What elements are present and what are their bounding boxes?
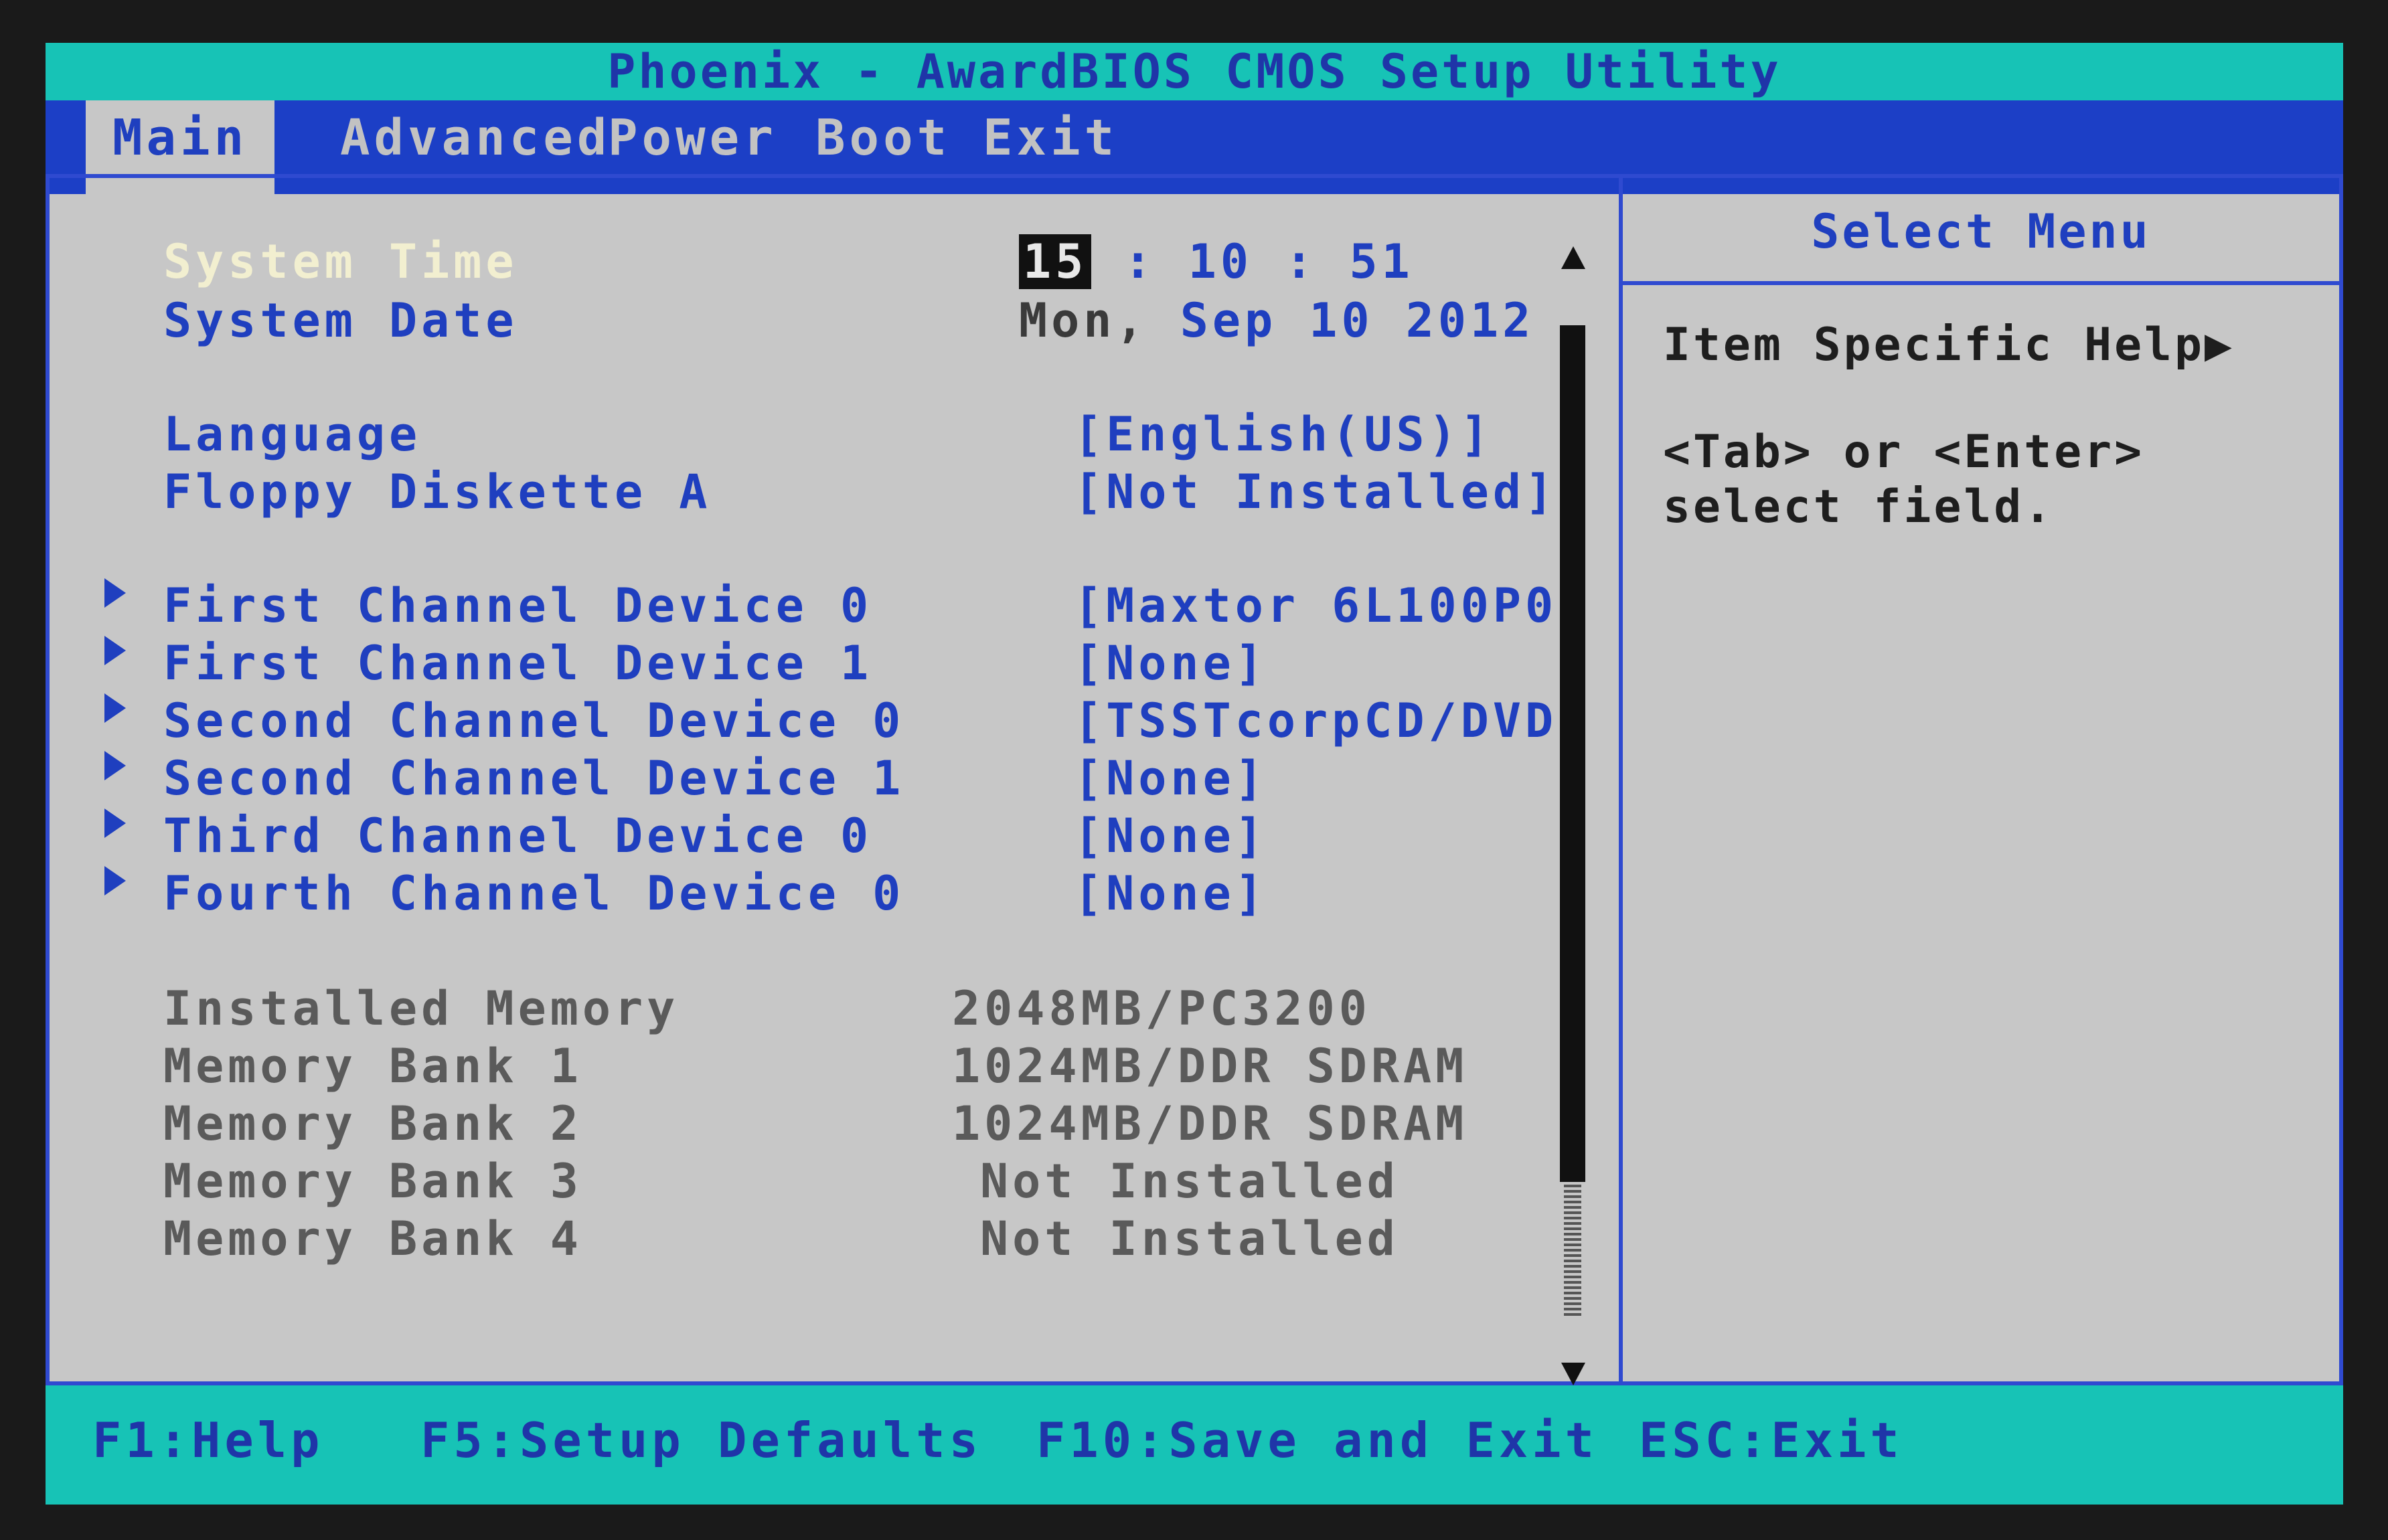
system-time-value[interactable]: 15 : 10 : 51 bbox=[1019, 234, 1414, 289]
date-field[interactable]: Sep 10 2012 bbox=[1180, 293, 1535, 348]
scroll-up-arrow-icon[interactable] bbox=[1561, 246, 1585, 269]
memory-bank-2-value: 1024MB/DDR SDRAM bbox=[952, 1096, 1468, 1151]
first-channel-device-1-label[interactable]: First Channel Device 1 bbox=[163, 636, 872, 691]
memory-bank-1-label: Memory Bank 1 bbox=[163, 1039, 582, 1094]
esc-exit-hint: ESC:Exit bbox=[1639, 1412, 1903, 1468]
fourth-channel-device-0-label[interactable]: Fourth Channel Device 0 bbox=[163, 866, 904, 921]
memory-bank-2-label: Memory Bank 2 bbox=[163, 1096, 582, 1151]
second-channel-device-1-label[interactable]: Second Channel Device 1 bbox=[163, 751, 904, 806]
footer-keys: F1:Help F5:Setup Defaults F10:Save and E… bbox=[46, 1385, 2343, 1505]
submenu-arrow-icon bbox=[104, 636, 126, 665]
language-value[interactable]: [English(US)] bbox=[1074, 407, 1493, 462]
third-channel-device-0-label[interactable]: Third Channel Device 0 bbox=[163, 808, 872, 863]
first-channel-device-1-value: [None] bbox=[1074, 636, 1267, 691]
scrollbar-thumb[interactable] bbox=[1560, 325, 1585, 1182]
f5-defaults-hint: F5:Setup Defaults bbox=[420, 1412, 982, 1468]
floppy-label[interactable]: Floppy Diskette A bbox=[163, 464, 711, 519]
f1-help-hint: F1:Help bbox=[92, 1412, 324, 1468]
floppy-value[interactable]: [Not Installed] bbox=[1074, 464, 1557, 519]
submenu-arrow-icon bbox=[104, 808, 126, 838]
app-title: Phoenix - AwardBIOS CMOS Setup Utility bbox=[607, 44, 1781, 99]
system-time-label[interactable]: System Time bbox=[163, 234, 518, 289]
item-help-title: Item Specific Help▶ bbox=[1663, 319, 2235, 371]
help-line-1: <Tab> or <Enter> bbox=[1663, 426, 2145, 479]
memory-bank-1-value: 1024MB/DDR SDRAM bbox=[952, 1039, 1468, 1094]
date-weekday: Mon, bbox=[1019, 293, 1148, 348]
first-channel-device-0-value: [Maxtor 6L100P0] bbox=[1074, 578, 1590, 633]
memory-bank-3-value: Not Installed bbox=[980, 1154, 1399, 1209]
installed-memory-value: 2048MB/PC3200 bbox=[952, 981, 1371, 1036]
time-minute-field[interactable]: 10 bbox=[1188, 234, 1253, 289]
main-settings-panel: System Time 15 : 10 : 51 System Date Mon… bbox=[46, 174, 1623, 1385]
title-bar: Phoenix - AwardBIOS CMOS Setup Utility bbox=[46, 43, 2343, 100]
help-panel: Select Menu Item Specific Help▶ <Tab> or… bbox=[1623, 174, 2343, 1385]
scrollbar[interactable] bbox=[1560, 285, 1585, 1356]
bios-screen: Phoenix - AwardBIOS CMOS Setup Utility M… bbox=[46, 43, 2343, 1505]
time-second-field[interactable]: 51 bbox=[1349, 234, 1413, 289]
submenu-arrow-icon bbox=[104, 693, 126, 723]
submenu-arrow-icon bbox=[104, 578, 126, 608]
help-arrow-icon: ▶ bbox=[2204, 319, 2235, 371]
system-date-value[interactable]: Mon, Sep 10 2012 bbox=[1019, 293, 1534, 348]
submenu-arrow-icon bbox=[104, 751, 126, 780]
help-line-2: select field. bbox=[1663, 481, 2055, 533]
first-channel-device-0-label[interactable]: First Channel Device 0 bbox=[163, 578, 872, 633]
language-label[interactable]: Language bbox=[163, 407, 421, 462]
f10-save-exit-hint: F10:Save and Exit bbox=[1036, 1412, 1598, 1468]
second-channel-device-0-label[interactable]: Second Channel Device 0 bbox=[163, 693, 904, 748]
item-help-text: Item Specific Help bbox=[1663, 319, 2205, 371]
help-header: Select Menu bbox=[1623, 178, 2339, 285]
memory-bank-3-label: Memory Bank 3 bbox=[163, 1154, 582, 1209]
memory-bank-4-value: Not Installed bbox=[980, 1211, 1399, 1266]
memory-bank-4-label: Memory Bank 4 bbox=[163, 1211, 582, 1266]
scrollbar-track-dots bbox=[1564, 1182, 1581, 1316]
submenu-arrow-icon bbox=[104, 866, 126, 895]
fourth-channel-device-0-value: [None] bbox=[1074, 866, 1267, 921]
third-channel-device-0-value: [None] bbox=[1074, 808, 1267, 863]
system-date-label[interactable]: System Date bbox=[163, 293, 518, 348]
select-menu-title: Select Menu bbox=[1811, 204, 2151, 259]
time-hour-field[interactable]: 15 bbox=[1019, 234, 1092, 289]
installed-memory-label: Installed Memory bbox=[163, 981, 680, 1036]
second-channel-device-0-value: [TSSTcorpCD/DVD] bbox=[1074, 693, 1590, 748]
second-channel-device-1-value: [None] bbox=[1074, 751, 1267, 806]
scroll-down-arrow-icon[interactable] bbox=[1561, 1363, 1585, 1385]
